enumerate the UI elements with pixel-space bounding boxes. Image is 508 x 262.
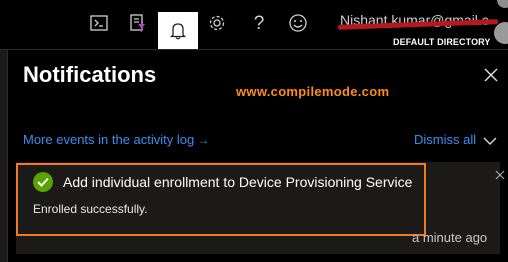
arrow-right-icon: → <box>197 133 210 147</box>
left-page-strip <box>0 50 8 262</box>
dismiss-notification-icon[interactable] <box>494 168 506 180</box>
help-question-icon[interactable]: ? <box>246 10 272 36</box>
watermark-text: www.compilemode.com <box>236 84 390 99</box>
cloud-shell-icon[interactable] <box>86 10 112 36</box>
settings-gear-icon[interactable] <box>204 10 230 36</box>
close-icon <box>484 68 498 82</box>
directory-filter-icon[interactable] <box>124 10 150 36</box>
panel-title: Notifications <box>23 62 157 87</box>
activity-log-link[interactable]: More events in the activity log → <box>23 132 209 147</box>
notification-title: Add individual enrollment to Device Prov… <box>63 174 413 190</box>
chevron-down-icon[interactable] <box>482 134 498 146</box>
notification-timestamp: a minute ago <box>412 230 488 245</box>
notifications-bell-icon <box>158 12 198 50</box>
feedback-smiley-icon[interactable] <box>285 10 311 36</box>
dismiss-all-button[interactable]: Dismiss all <box>414 132 476 147</box>
activity-log-link-label: More events in the activity log <box>23 132 195 147</box>
notifications-button[interactable] <box>158 12 198 50</box>
account-directory[interactable]: DEFAULT DIRECTORY <box>393 37 491 47</box>
close-panel-button[interactable] <box>482 66 500 84</box>
notification-message: Enrolled successfully. <box>33 202 148 216</box>
success-check-icon <box>33 172 53 192</box>
